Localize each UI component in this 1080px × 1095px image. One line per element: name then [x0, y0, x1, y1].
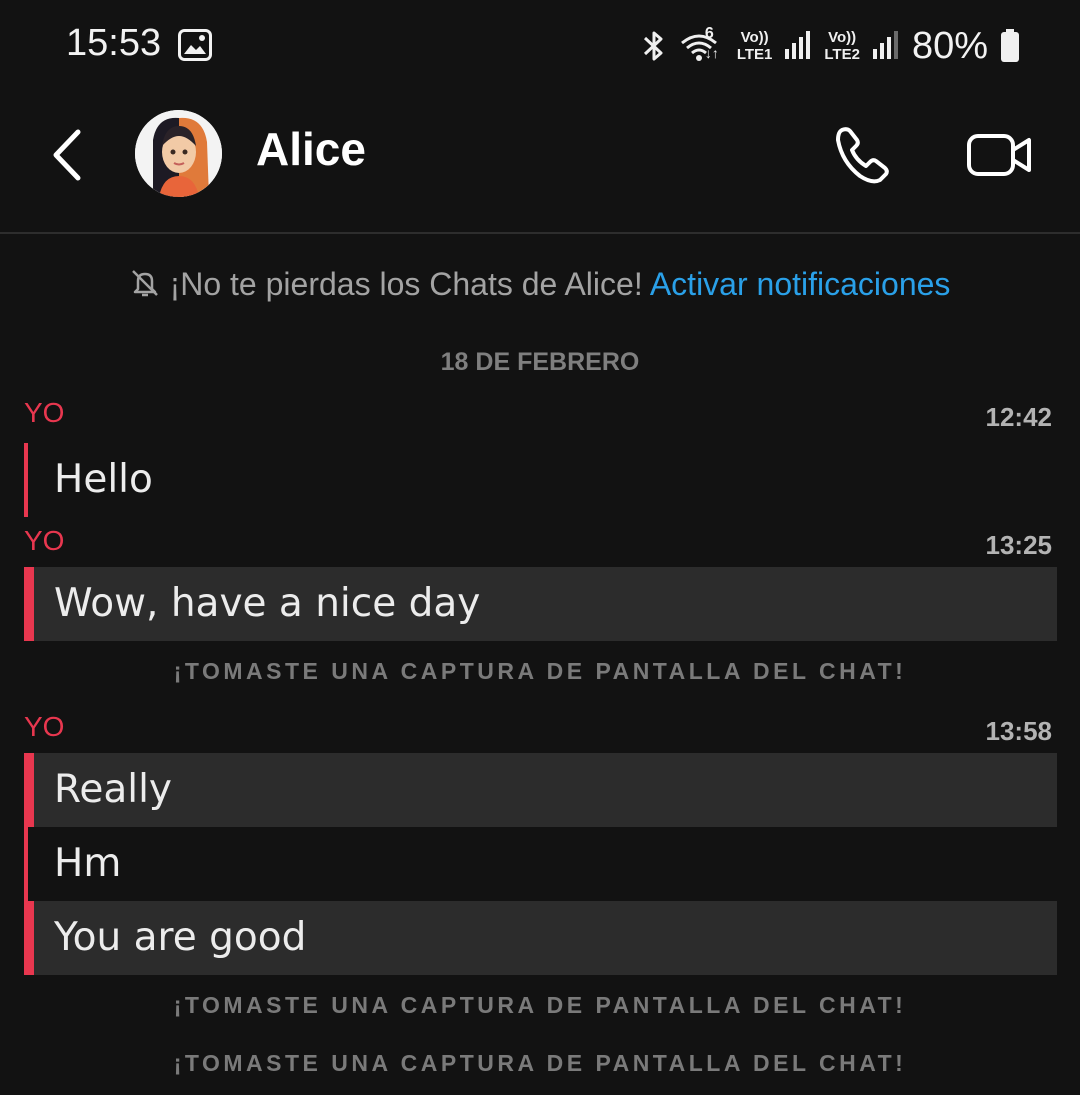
- sim2-volte: Vo)): [828, 29, 857, 46]
- sim1-lte: LTE1: [736, 46, 773, 63]
- phone-icon[interactable]: [830, 122, 896, 188]
- battery-percent: 80%: [911, 24, 988, 67]
- message-text: Wow, have a nice day: [54, 581, 481, 626]
- sim2-lte: LTE2: [824, 46, 860, 63]
- message-sender: YO: [24, 711, 65, 742]
- message-accent-bar: [24, 567, 34, 641]
- bell-off-icon: [131, 270, 158, 297]
- date-separator: 18 DE FEBRERO: [440, 348, 640, 376]
- network-badge: 6: [704, 25, 714, 42]
- message-accent-bar: [24, 827, 28, 901]
- screenshot-notice: ¡TOMASTE UNA CAPTURA DE PANTALLA DEL CHA…: [173, 658, 907, 684]
- message-time: 12:42: [985, 402, 1053, 432]
- message-sender: YO: [24, 525, 65, 556]
- avatar[interactable]: [135, 110, 222, 197]
- chat-header: Alice: [0, 92, 1080, 234]
- sim1-label: Vo)) LTE1: [737, 29, 773, 63]
- battery-icon: [1001, 29, 1019, 62]
- message-bubble[interactable]: Hm: [24, 827, 1057, 901]
- screenshot-notice: ¡TOMASTE UNA CAPTURA DE PANTALLA DEL CHA…: [173, 1050, 907, 1076]
- gallery-icon: [178, 29, 212, 61]
- message-time: 13:25: [985, 530, 1053, 560]
- signal-icon: [785, 31, 811, 59]
- message-accent-bar: [24, 443, 28, 517]
- wifi-icon: 6 ↓↑: [679, 25, 725, 63]
- video-icon[interactable]: [966, 128, 1034, 182]
- sim2-label: Vo)) LTE2: [824, 29, 860, 63]
- message-bubble[interactable]: Really: [24, 753, 1057, 827]
- data-arrows: ↓↑: [704, 45, 719, 61]
- message-bubble[interactable]: Hello: [24, 443, 1057, 517]
- message-bubble[interactable]: Wow, have a nice day: [24, 567, 1057, 641]
- message-text: Really: [54, 767, 172, 812]
- signal-icon: [872, 31, 898, 59]
- enable-notifications-link[interactable]: Activar notificaciones: [650, 266, 951, 302]
- screenshot-notice: ¡TOMASTE UNA CAPTURA DE PANTALLA DEL CHA…: [173, 992, 907, 1018]
- status-bar: 15:53 6 ↓↑ Vo)) LTE1 Vo)) LTE2 80%: [0, 0, 1080, 92]
- message-text: You are good: [54, 915, 307, 960]
- message-text: Hm: [54, 841, 122, 886]
- message-time: 13:58: [985, 716, 1053, 746]
- notification-text: ¡No te pierdas los Chats de Alice!: [169, 266, 643, 302]
- notification-banner: ¡No te pierdas los Chats de Alice! Activ…: [0, 266, 1080, 303]
- back-icon[interactable]: [44, 124, 90, 186]
- message-text: Hello: [54, 457, 153, 502]
- status-icons: 6 ↓↑ Vo)) LTE1 Vo)) LTE2 80%: [641, 22, 1020, 70]
- status-time: 15:53: [66, 22, 162, 64]
- message-sender: YO: [24, 397, 65, 428]
- message-accent-bar: [24, 753, 34, 827]
- bluetooth-icon: [643, 31, 663, 61]
- message-bubble[interactable]: You are good: [24, 901, 1057, 975]
- message-accent-bar: [24, 901, 34, 975]
- sim1-volte: Vo)): [740, 29, 769, 46]
- contact-name[interactable]: Alice: [256, 122, 366, 176]
